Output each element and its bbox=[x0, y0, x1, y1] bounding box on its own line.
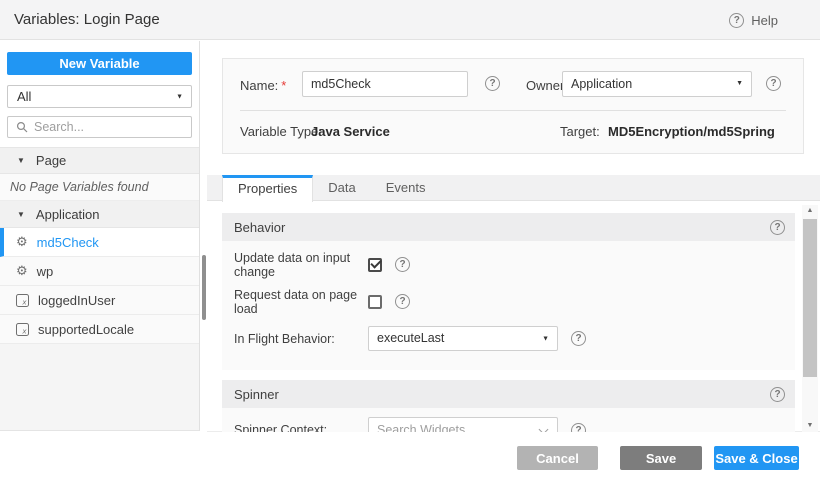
behavior-section-header: Behavior ? bbox=[222, 213, 795, 241]
variable-search[interactable] bbox=[7, 116, 192, 138]
variable-filter-value: All bbox=[17, 89, 31, 104]
scrollbar-thumb[interactable] bbox=[803, 219, 817, 377]
cancel-button[interactable]: Cancel bbox=[517, 446, 598, 470]
target-label: Target: bbox=[560, 124, 600, 139]
variable-item-loggedinuser[interactable]: x loggedInUser bbox=[0, 286, 199, 315]
request-data-row: Request data on page load ? bbox=[222, 283, 795, 320]
scroll-up-icon[interactable]: ▲ bbox=[802, 205, 818, 217]
variable-item-label: wp bbox=[37, 264, 54, 279]
spinner-section-header: Spinner ? bbox=[222, 380, 795, 408]
variable-item-supportedlocale[interactable]: x supportedLocale bbox=[0, 315, 199, 344]
help-label: Help bbox=[751, 13, 778, 28]
variable-item-label: supportedLocale bbox=[38, 322, 134, 337]
variable-item-md5check[interactable]: ⚙ md5Check bbox=[0, 228, 199, 257]
behavior-section: Behavior ? Update data on input change ?… bbox=[222, 213, 795, 370]
form-divider bbox=[240, 110, 786, 111]
spinner-context-help-icon[interactable]: ? bbox=[571, 423, 586, 433]
new-variable-button[interactable]: New Variable bbox=[7, 52, 192, 75]
spinner-section-body: Spinner Context: Search Widgets ? bbox=[222, 408, 795, 432]
spinner-help-icon[interactable]: ? bbox=[770, 387, 785, 402]
spinner-context-row: Spinner Context: Search Widgets ? bbox=[222, 413, 795, 432]
sidebar-scrollbar-thumb[interactable] bbox=[202, 255, 206, 320]
variable-item-label: loggedInUser bbox=[38, 293, 115, 308]
variable-filter-select[interactable]: All ▼ bbox=[7, 85, 192, 108]
variable-item-wp[interactable]: ⚙ wp bbox=[0, 257, 199, 286]
tab-properties[interactable]: Properties bbox=[222, 175, 313, 202]
page-empty-message: No Page Variables found bbox=[0, 174, 199, 201]
content-scrollbar[interactable]: ▲ ▼ bbox=[802, 205, 818, 432]
service-gear-icon: ⚙ bbox=[16, 265, 28, 278]
name-help-icon[interactable]: ? bbox=[485, 76, 500, 91]
name-label: Name:* bbox=[240, 78, 286, 93]
tree-section-application[interactable]: ▼ Application bbox=[0, 201, 199, 228]
service-gear-icon: ⚙ bbox=[16, 236, 28, 249]
update-data-row: Update data on input change ? bbox=[222, 246, 795, 283]
spinner-title: Spinner bbox=[234, 387, 279, 402]
chevron-down-icon: ▼ bbox=[176, 86, 183, 107]
owner-select[interactable]: Application ▼ bbox=[562, 71, 752, 97]
variable-type-value: Java Service bbox=[311, 124, 390, 139]
variable-icon: x bbox=[16, 323, 29, 336]
detail-tabs: Properties Data Events bbox=[207, 175, 820, 201]
dialog-header: Variables: Login Page ? Help bbox=[0, 0, 820, 40]
request-data-label: Request data on page load bbox=[234, 288, 368, 316]
search-input[interactable] bbox=[34, 120, 183, 134]
chevron-down-icon: ▼ bbox=[542, 327, 549, 350]
variable-detail-panel: Name:* ? Owner:* Application ▼ ? Variabl… bbox=[207, 41, 820, 432]
spinner-context-placeholder: Search Widgets bbox=[377, 423, 465, 432]
variable-item-label: md5Check bbox=[37, 235, 99, 250]
section-collapse-icon: ▼ bbox=[17, 210, 25, 219]
variables-dialog: Variables: Login Page ? Help New Variabl… bbox=[0, 0, 820, 488]
spinner-context-label: Spinner Context: bbox=[234, 423, 368, 432]
in-flight-help-icon[interactable]: ? bbox=[571, 331, 586, 346]
section-page-label: Page bbox=[36, 153, 66, 168]
sidebar-controls: New Variable All ▼ bbox=[0, 41, 199, 147]
required-marker: * bbox=[281, 78, 286, 93]
variable-icon: x bbox=[16, 294, 29, 307]
behavior-help-icon[interactable]: ? bbox=[770, 220, 785, 235]
name-input[interactable] bbox=[302, 71, 468, 97]
chevron-down-icon: ▼ bbox=[736, 72, 743, 96]
tab-events[interactable]: Events bbox=[371, 175, 441, 200]
target-value: MD5Encryption/md5Spring bbox=[608, 124, 775, 139]
update-data-help-icon[interactable]: ? bbox=[395, 257, 410, 272]
section-application-label: Application bbox=[36, 207, 100, 222]
owner-select-value: Application bbox=[571, 77, 632, 91]
request-data-help-icon[interactable]: ? bbox=[395, 294, 410, 309]
help-link[interactable]: ? Help bbox=[729, 0, 778, 40]
chevron-down-icon bbox=[539, 425, 549, 432]
page-title: Variables: Login Page bbox=[14, 0, 160, 40]
tab-data[interactable]: Data bbox=[313, 175, 370, 200]
tree-section-page[interactable]: ▼ Page bbox=[0, 147, 199, 174]
spinner-context-combobox[interactable]: Search Widgets bbox=[368, 417, 558, 432]
variables-sidebar: New Variable All ▼ ▼ Page No Page Variab… bbox=[0, 41, 200, 431]
save-button[interactable]: Save bbox=[620, 446, 702, 470]
section-collapse-icon: ▼ bbox=[17, 156, 25, 165]
behavior-section-body: Update data on input change ? Request da… bbox=[222, 241, 795, 370]
spinner-section: Spinner ? Spinner Context: Search Widget… bbox=[222, 380, 795, 432]
update-data-checkbox[interactable] bbox=[368, 258, 382, 272]
search-icon bbox=[16, 121, 28, 133]
in-flight-select[interactable]: executeLast ▼ bbox=[368, 326, 558, 351]
variable-type-label: Variable Type: bbox=[240, 124, 322, 139]
request-data-checkbox[interactable] bbox=[368, 295, 382, 309]
scroll-down-icon[interactable]: ▼ bbox=[802, 420, 818, 432]
svg-text:x: x bbox=[21, 327, 27, 335]
variable-summary-form: Name:* ? Owner:* Application ▼ ? Variabl… bbox=[222, 58, 804, 154]
svg-text:x: x bbox=[21, 298, 27, 306]
update-data-label: Update data on input change bbox=[234, 251, 368, 279]
save-and-close-button[interactable]: Save & Close bbox=[714, 446, 799, 470]
help-icon: ? bbox=[729, 13, 744, 28]
behavior-title: Behavior bbox=[234, 220, 285, 235]
in-flight-value: executeLast bbox=[377, 331, 444, 345]
in-flight-label: In Flight Behavior: bbox=[234, 332, 368, 346]
owner-help-icon[interactable]: ? bbox=[766, 76, 781, 91]
in-flight-row: In Flight Behavior: executeLast ▼ ? bbox=[222, 320, 795, 357]
